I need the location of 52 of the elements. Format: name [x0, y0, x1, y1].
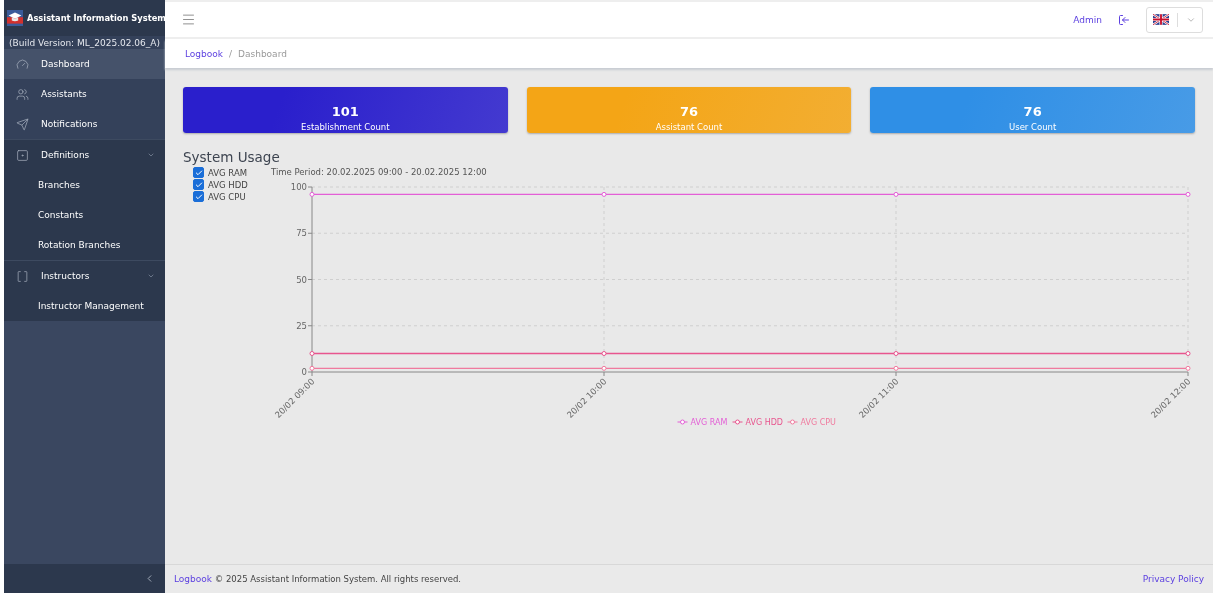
send-icon [16, 117, 29, 131]
build-version: (Build Version: ML_2025.02.06_A) [4, 36, 165, 49]
y-tick-label: 50 [296, 274, 307, 285]
breadcrumb-separator: / [229, 48, 233, 59]
menu-icon[interactable] [181, 12, 196, 27]
footer-link[interactable]: Logbook [174, 574, 212, 584]
chevron-icon [147, 151, 155, 159]
sidebar-item[interactable]: Dashboard [4, 49, 165, 79]
chevron-icon [147, 272, 155, 280]
sidebar-subitem[interactable]: Instructor Management [4, 291, 165, 321]
logout-icon[interactable] [1118, 13, 1130, 26]
legend-label: AVG HDD [745, 418, 784, 427]
gauge-icon [16, 57, 29, 71]
user-link[interactable]: Admin [1073, 14, 1102, 25]
stat-value: 76 [679, 104, 699, 119]
sidebar-subitem[interactable]: Constants [4, 200, 165, 230]
sidebar-group[interactable]: Instructors [4, 260, 165, 291]
checkbox[interactable] [193, 191, 204, 202]
stat-value: 101 [331, 104, 359, 119]
copyright-text: © 2025 Assistant Information System. All rights reserved. [214, 574, 462, 584]
y-tick-label: 25 [296, 320, 307, 331]
sidebar-item[interactable]: Notifications [4, 109, 165, 139]
stat-label: User Count [1009, 122, 1057, 132]
sidebar-subitem[interactable]: Branches [4, 170, 165, 200]
y-tick-label: 75 [296, 228, 307, 239]
stat-value: 76 [1023, 104, 1042, 119]
sidebar-subitem[interactable]: Rotation Branches [4, 230, 165, 260]
series-checkbox[interactable]: AVG CPU [193, 191, 271, 202]
time-period: Time Period: 20.02.2025 09:00 - 20.02.2025 12:00 [271, 167, 488, 177]
legend-label: AVG RAM [690, 418, 728, 427]
y-tick-label: 0 [301, 367, 307, 377]
sidebar-item[interactable]: Assistants [4, 79, 165, 109]
checkbox[interactable] [193, 179, 204, 190]
privacy-link[interactable]: Privacy Policy [1142, 574, 1204, 584]
sidebar-group[interactable]: Definitions [4, 139, 165, 170]
section-title: System Usage [183, 149, 281, 165]
app-title: Assistant Information System [27, 13, 165, 23]
stat-label: Establishment Count [301, 122, 390, 132]
flag-icon [1153, 14, 1169, 25]
square-icon [16, 148, 29, 162]
legend-label: AVG CPU [800, 418, 837, 427]
series-checkbox[interactable]: AVG HDD [193, 179, 271, 190]
brackets-icon [16, 269, 29, 283]
breadcrumb-current: Dashboard [238, 48, 287, 59]
users-icon [16, 87, 29, 101]
series-checkbox[interactable]: AVG RAM [193, 167, 271, 178]
stat-label: Assistant Count [655, 122, 723, 132]
y-tick-label: 100 [290, 182, 307, 192]
language-select[interactable] [1146, 6, 1203, 33]
checkbox[interactable] [193, 167, 204, 178]
graduation-cap-logo-icon [7, 10, 23, 26]
breadcrumb-link[interactable]: Logbook [185, 48, 223, 59]
